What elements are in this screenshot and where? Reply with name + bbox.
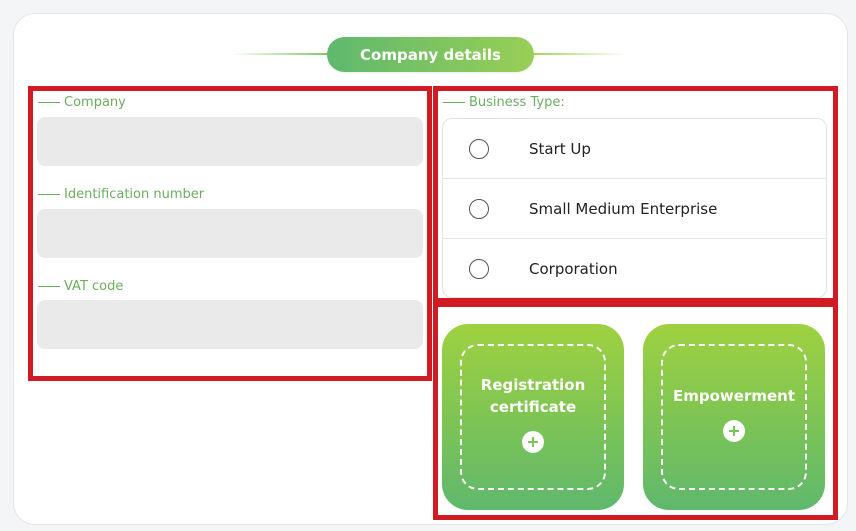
radio-button-corporation[interactable] [469,259,489,279]
option-label: Start Up [529,139,591,158]
upload-label: Empowerment [673,387,795,405]
identification-number-label-text: Identification number [64,187,205,202]
plus-circle-icon[interactable] [723,420,745,442]
business-type-legend: Business Type: [443,95,565,110]
business-type-option-start-up[interactable]: Start Up [443,119,826,179]
vat-code-label-text: VAT code [64,279,124,294]
plus-glyph [528,437,538,447]
company-input[interactable] [37,117,423,166]
legend-dash [443,102,465,103]
business-type-legend-text: Business Type: [469,95,565,110]
header-divider-right [527,53,627,55]
company-label: Company [38,95,126,110]
label-dash [38,102,60,103]
vat-code-input[interactable] [37,300,423,349]
header-divider-left [230,53,335,55]
label-dash [38,194,60,195]
section-title: Company details [360,45,501,64]
section-title-pill: Company details [327,37,534,72]
plus-glyph [729,426,739,436]
option-label: Small Medium Enterprise [529,199,718,218]
upload-label: Registration certificate [480,376,586,416]
upload-empowerment-tile[interactable]: Empowerment [643,324,825,510]
business-type-radio-group: Start Up Small Medium Enterprise Corpora… [442,118,827,298]
upload-registration-certificate-tile[interactable]: Registration certificate [442,324,624,510]
option-label: Corporation [529,260,618,278]
label-dash [38,286,60,287]
dropzone-border [661,344,807,490]
identification-number-label: Identification number [38,187,204,202]
radio-button-start-up[interactable] [469,138,489,159]
business-type-option-small-medium-enterprise[interactable]: Small Medium Enterprise [443,179,826,239]
vat-code-label: VAT code [38,279,123,294]
radio-button-small-medium-enterprise[interactable] [469,198,489,219]
identification-number-input[interactable] [37,209,423,258]
company-label-text: Company [64,95,126,110]
plus-circle-icon[interactable] [522,431,544,453]
business-type-option-corporation[interactable]: Corporation [443,239,826,299]
